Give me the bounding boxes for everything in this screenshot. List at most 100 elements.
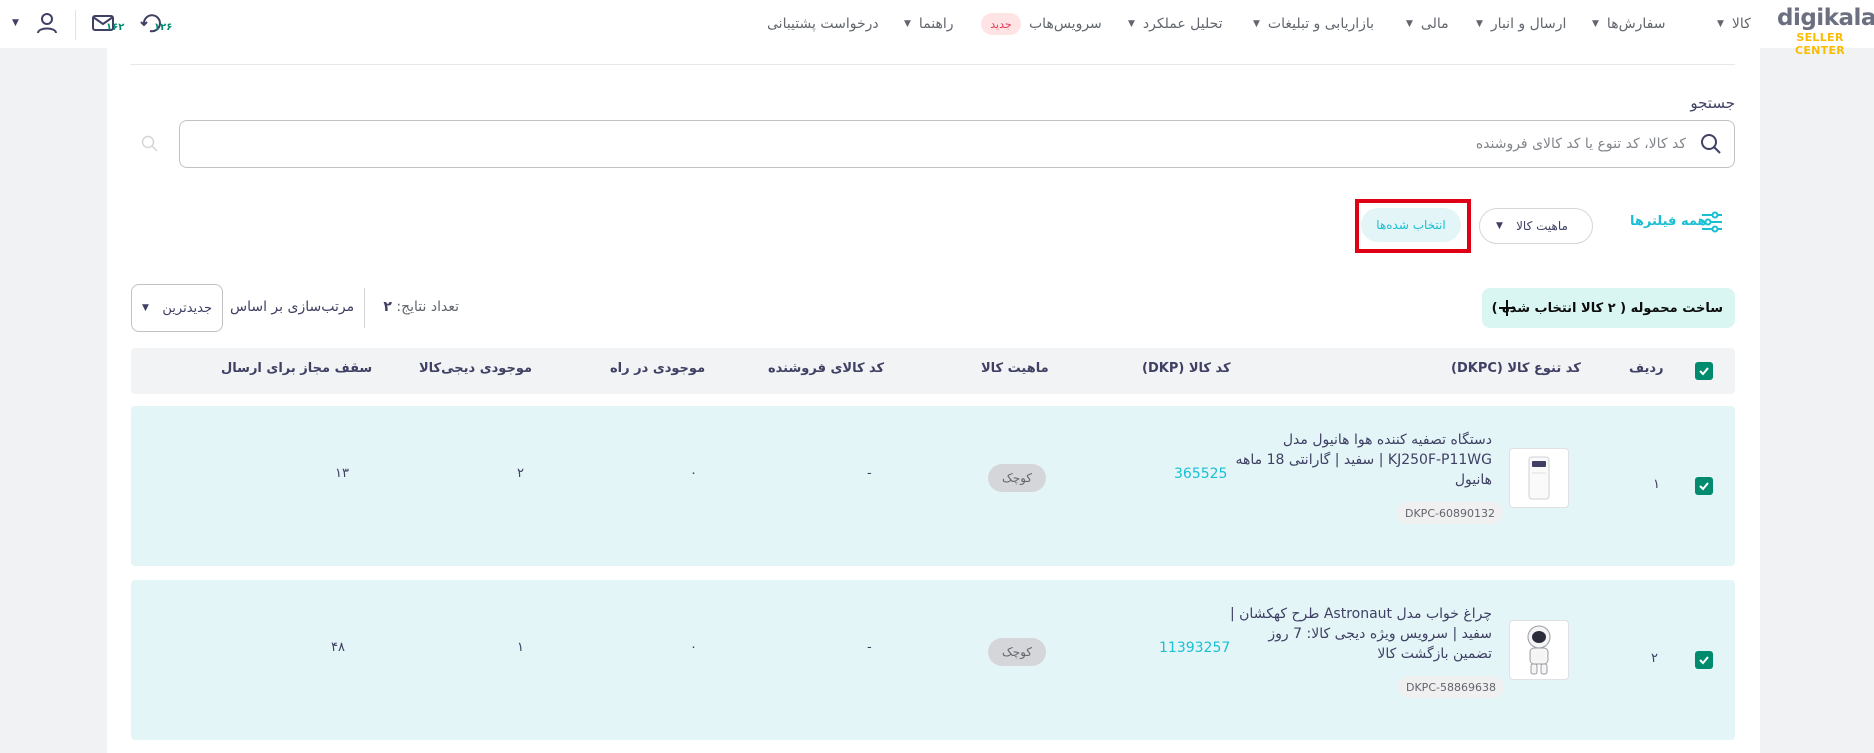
cap: ۴۸ [331,640,345,655]
header-dkpc: کد تنوع کالا (DKPC) [1451,361,1581,376]
product-thumbnail[interactable] [1509,620,1569,680]
header-dkp: کد کالا (DKP) [1142,361,1231,376]
notifications-count: ۱۲۶ [154,22,173,33]
nav-item-orders[interactable]: سفارش‌ها ▼ [1592,14,1666,34]
chevron-down-icon: ▼ [1592,19,1599,29]
top-bar: digikala SELLER CENTER کالا ▼ سفارش‌ها ▼ ا… [0,0,1874,57]
row-index: ۱ [1653,477,1660,492]
chevron-down-icon: ▼ [1496,221,1503,231]
nav-label: درخواست پشتیبانی [767,16,879,32]
highlight-box [1355,199,1471,253]
nav-label: کالا [1731,16,1751,32]
table-row: ۲ چراغ خواب مدل Astronaut طرح کهکشان | س… [131,580,1735,740]
header-cap: سقف مجاز برای ارسال [221,361,373,376]
secondary-search-icon[interactable] [141,135,159,153]
product-name[interactable]: دستگاه تصفیه کننده هوا هانیول مدل KJ250F… [1230,430,1492,490]
row-checkbox[interactable] [1695,651,1713,669]
nav-item-finance[interactable]: مالی ▼ [1406,14,1449,34]
header-stock: موجودی دیجی‌کالا [419,361,533,376]
check-icon [1699,367,1709,376]
chevron-down-icon: ▼ [1406,19,1413,29]
results-value: ۲ [383,299,392,315]
results-count: تعداد نتایج: ۲ [379,299,459,315]
dkpc-badge: DKPC-58869638 [1398,676,1504,698]
header-in-transit: موجودی در راه [610,361,706,376]
chevron-down-icon: ▼ [1128,19,1135,29]
seller-code: - [867,640,872,655]
nav-label: سرویس‌هاب [1029,16,1102,32]
nav-label: سفارش‌ها [1606,16,1666,32]
search-input[interactable] [180,136,1686,152]
sort-select[interactable]: جدیدترین ▼ [131,284,223,332]
search-icon[interactable] [1700,133,1722,155]
nav-item-analytics[interactable]: تحلیل عملکرد ▼ [1128,14,1223,34]
nature-pill: کوچک [988,464,1046,492]
product-name[interactable]: چراغ خواب مدل Astronaut طرح کهکشان | سفی… [1230,604,1492,664]
in-transit: ۰ [690,466,697,481]
dkpc-badge: DKPC-60890132 [1397,502,1503,524]
filter-sliders-icon [1702,211,1722,233]
seller-center-label: SELLER CENTER [1794,31,1846,57]
nav-item-support[interactable]: درخواست پشتیبانی [767,14,879,34]
search-field[interactable] [179,120,1735,168]
dkp-link[interactable]: 11393257 [1159,640,1230,656]
stock: ۱ [517,640,524,655]
sort-value: جدیدترین [162,300,212,316]
nav-item-products[interactable]: کالا ▼ [1717,14,1751,34]
toolbar-divider [364,288,365,328]
astronaut-lamp-image [1527,625,1551,675]
plus-icon [1499,300,1515,316]
chevron-down-icon: ▼ [12,18,19,28]
messages-button[interactable]: ۱۶۲ [92,10,128,38]
nav-item-servicehub[interactable]: سرویس‌هاب [1029,14,1102,34]
chevron-down-icon: ▼ [1476,19,1483,29]
search-label: جستجو [1690,94,1735,112]
header-divider [75,10,76,40]
nav-item-help[interactable]: راهنما ▼ [904,14,954,34]
table-header: ردیف کد تنوع کالا (DKPC) کد کالا (DKP) م… [131,348,1735,394]
product-thumbnail[interactable] [1509,448,1569,508]
chevron-down-icon: ▼ [904,19,911,29]
nature-pill: کوچک [988,638,1046,666]
all-filters-label: همه فیلترها [1630,214,1707,229]
panel-divider [130,64,1735,65]
header-row-index: ردیف [1629,361,1664,376]
row-checkbox[interactable] [1695,477,1713,495]
nav-item-marketing[interactable]: بازاریابی و تبلیغات ▼ [1253,14,1374,34]
build-shipment-label: ساخت محموله ( ۲ کالا انتخاب شده ) [1491,300,1723,316]
nav-label: راهنما [918,16,954,32]
messages-count: ۱۶۲ [106,22,125,33]
notifications-button[interactable]: ۱۲۶ [140,10,174,38]
check-icon [1699,482,1709,491]
check-icon [1699,656,1709,665]
cap: ۱۳ [335,466,349,481]
stock: ۲ [517,466,524,481]
seller-code: - [867,466,872,481]
results-label: تعداد نتایج: [396,299,459,315]
nav-label: مالی [1420,16,1449,32]
chevron-down-icon: ▼ [1717,19,1724,29]
digikala-logo[interactable]: digikala [1777,5,1874,31]
row-index: ۲ [1651,651,1658,666]
nav-label: تحلیل عملکرد [1142,16,1223,32]
nav-label: بازاریابی و تبلیغات [1267,16,1375,32]
chevron-down-icon: ▼ [142,303,149,313]
in-transit: ۰ [690,640,697,655]
nature-filter[interactable]: ماهیت کالا ▼ [1479,208,1593,244]
all-filters-button[interactable]: همه فیلترها [1620,210,1724,238]
nature-filter-label: ماهیت کالا [1516,219,1568,233]
chevron-down-icon: ▼ [1253,19,1260,29]
nav-item-shipping[interactable]: ارسال و انبار ▼ [1476,14,1566,34]
new-badge: جدید [981,13,1021,35]
air-purifier-image [1528,456,1550,500]
user-menu[interactable]: ▼ [10,12,58,36]
user-icon [37,13,57,34]
header-nature: ماهیت کالا [981,361,1049,376]
dkp-link[interactable]: 365525 [1174,466,1227,482]
nav-label: ارسال و انبار [1490,16,1567,32]
select-all-checkbox[interactable] [1695,362,1713,380]
sort-label: مرتب‌سازی بر اساس [230,299,355,315]
build-shipment-button[interactable]: ساخت محموله ( ۲ کالا انتخاب شده ) [1482,288,1735,328]
table-row: ۱ دستگاه تصفیه کننده هوا هانیول مدل KJ25… [131,406,1735,566]
header-seller-code: کد کالای فروشنده [768,361,885,376]
